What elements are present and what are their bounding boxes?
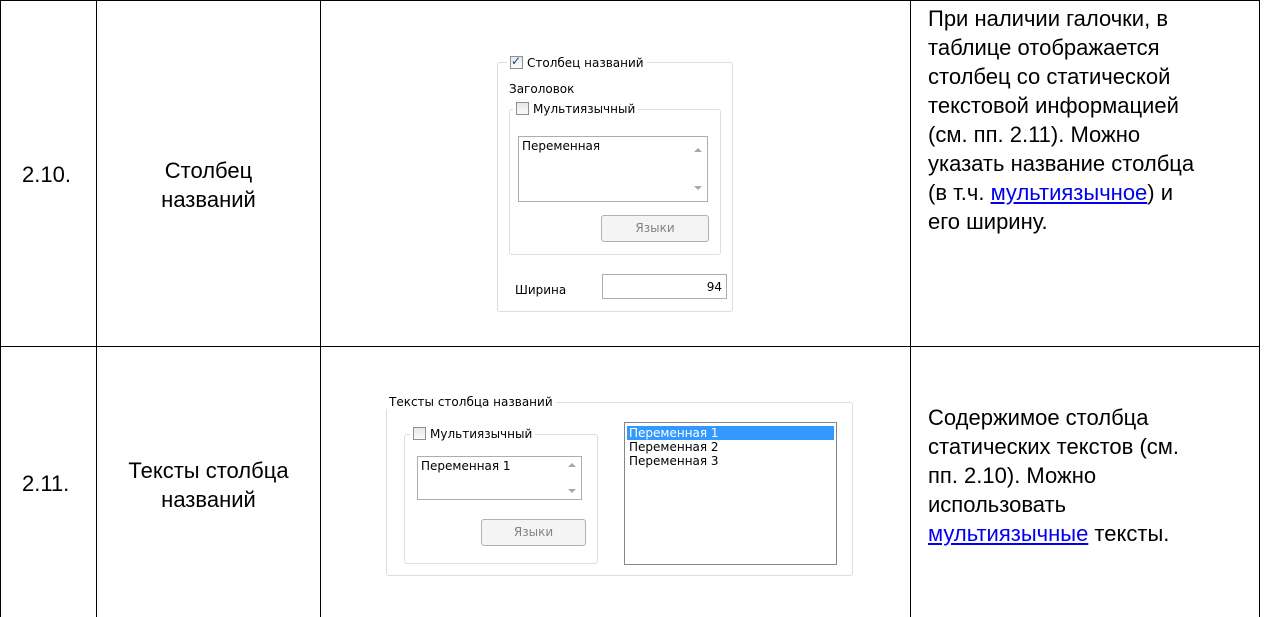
table-border-top: [0, 0, 1260, 1]
multilang-link[interactable]: мультиязычные: [928, 521, 1088, 546]
header-text-value: Переменная: [522, 139, 601, 153]
description-text: (в т.ч.: [928, 180, 991, 205]
multilang-checkbox-row[interactable]: Мультиязычный: [513, 102, 639, 116]
row-name-line: Столбец: [164, 158, 253, 183]
document-table: 2.10. Столбец названий При наличии галоч…: [0, 0, 1273, 617]
row-name-line: названий: [161, 487, 256, 512]
scroll-down-icon[interactable]: [694, 186, 702, 190]
list-item[interactable]: Переменная 3: [627, 454, 834, 468]
multilang-checkbox-label: Мультиязычный: [430, 427, 533, 441]
column-names-checkbox-label: Столбец названий: [527, 56, 644, 70]
description-line: столбец со статической: [928, 64, 1171, 89]
list-item[interactable]: Переменная 1: [627, 426, 834, 440]
multilang-link[interactable]: мультиязычное: [991, 180, 1148, 205]
description-line: текстовой информацией: [928, 93, 1179, 118]
description-line: его ширину.: [928, 209, 1048, 234]
multilang-checkbox-row[interactable]: Мультиязычный: [410, 427, 536, 441]
row-name: Тексты столбца названий: [97, 456, 320, 514]
description-text: тексты.: [1088, 521, 1170, 546]
row-description: Содержимое столбца статических текстов (…: [928, 403, 1179, 548]
table-border-right: [1259, 0, 1260, 617]
description-line: При наличии галочки, в: [928, 6, 1169, 31]
description-text: ) и: [1147, 180, 1174, 205]
description-line: мультиязычные тексты.: [928, 519, 1179, 548]
scrollbar[interactable]: [564, 457, 581, 499]
list-item[interactable]: Переменная 2: [627, 440, 834, 454]
multilang-checkbox-label: Мультиязычный: [533, 102, 636, 116]
column-names-checkbox[interactable]: [510, 54, 523, 69]
description-line: указать название столбца: [928, 151, 1195, 176]
column-names-panel: Столбец названий Заголовок Мультиязычный…: [497, 52, 737, 312]
table-row-divider: [0, 346, 1260, 347]
header-label: Заголовок: [509, 82, 575, 96]
text-input[interactable]: Переменная 1: [417, 456, 582, 500]
table-column-divider: [320, 0, 321, 617]
row-number: 2.10.: [22, 162, 71, 187]
description-line: статических текстов (см.: [928, 434, 1180, 459]
table-column-divider: [910, 0, 911, 617]
width-input[interactable]: 94: [602, 274, 727, 299]
width-label: Ширина: [515, 283, 567, 297]
languages-button[interactable]: Языки: [481, 519, 586, 546]
table-column-divider: [96, 0, 97, 617]
row-name-line: Тексты столбца: [128, 458, 289, 483]
languages-button[interactable]: Языки: [601, 215, 709, 242]
description-line: (см. пп. 2.11). Можно: [928, 122, 1141, 147]
table-border-left: [0, 0, 1, 617]
row-number: 2.11.: [22, 471, 70, 496]
description-line: (в т.ч. мультиязычное) и: [928, 178, 1194, 207]
multilang-checkbox[interactable]: [413, 427, 426, 440]
description-line: пп. 2.10). Можно: [928, 463, 1097, 488]
column-names-checkbox-row[interactable]: Столбец названий: [507, 54, 647, 70]
row-description: При наличии галочки, в таблице отображае…: [928, 4, 1194, 236]
row-name-line: названий: [161, 187, 256, 212]
multilang-checkbox[interactable]: [516, 102, 529, 115]
description-line: Содержимое столбца: [928, 405, 1149, 430]
row-name: Столбец названий: [97, 156, 320, 214]
texts-listbox[interactable]: Переменная 1 Переменная 2 Переменная 3: [624, 422, 837, 565]
scrollbar[interactable]: [690, 137, 707, 201]
header-text-input[interactable]: Переменная: [518, 136, 708, 202]
description-line: использовать: [928, 492, 1067, 517]
description-line: таблице отображается: [928, 35, 1160, 60]
text-value: Переменная 1: [421, 459, 511, 473]
column-texts-title: Тексты столбца названий: [386, 395, 556, 409]
column-texts-panel: Тексты столбца названий Мультиязычный Пе…: [386, 388, 856, 578]
scroll-up-icon[interactable]: [568, 463, 576, 467]
width-value: 94: [706, 280, 722, 294]
scroll-down-icon[interactable]: [568, 489, 576, 493]
scroll-up-icon[interactable]: [694, 148, 702, 152]
